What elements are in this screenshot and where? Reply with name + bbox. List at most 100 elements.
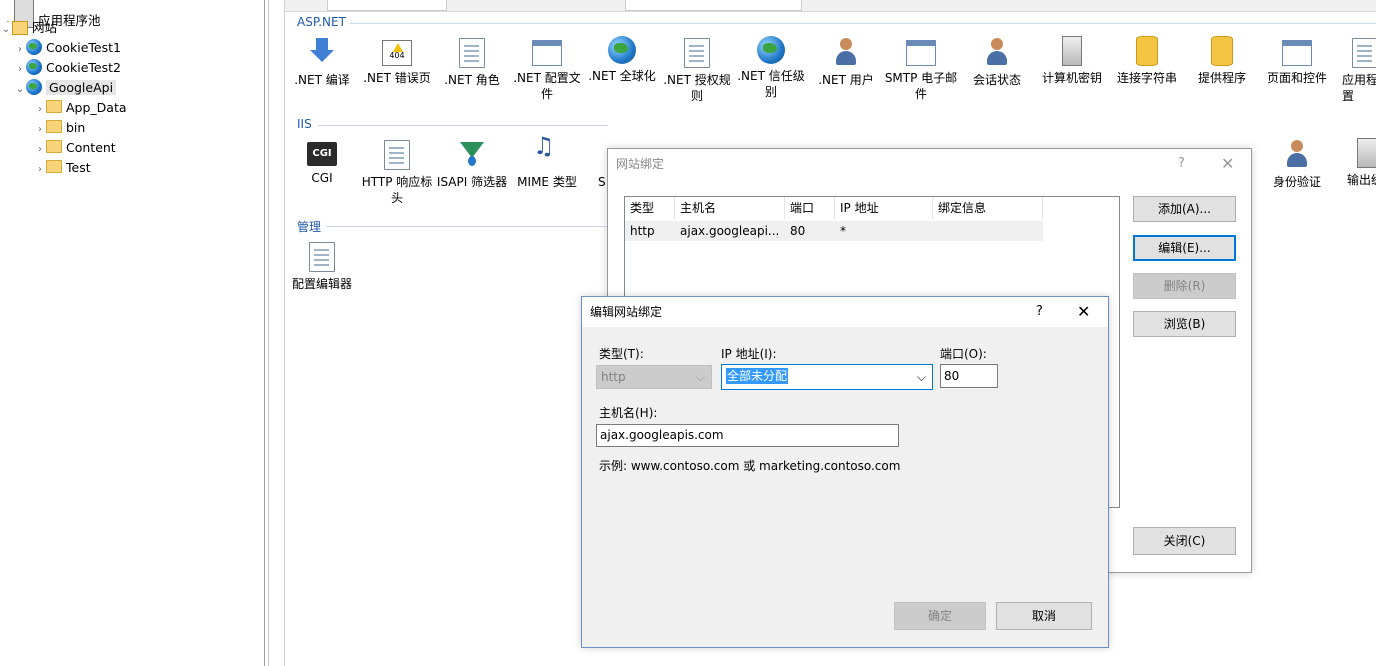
folder-icon: [46, 160, 62, 173]
dialog-title: 网站绑定: [616, 157, 665, 171]
feature-label: 应用程序设置: [1342, 73, 1376, 103]
filter-input[interactable]: [327, 0, 447, 11]
feature-pages-controls[interactable]: 页面和控件: [1259, 36, 1335, 86]
tree-node-sites[interactable]: ⌄ 网站: [0, 18, 57, 38]
pane-border: [284, 0, 285, 666]
group-by-select[interactable]: [625, 0, 802, 11]
type-select[interactable]: http ⌵: [596, 365, 712, 389]
settings-doc-icon: [1352, 38, 1376, 68]
close-icon[interactable]: ✕: [1077, 297, 1090, 327]
feature-connection-strings[interactable]: 连接字符串: [1109, 36, 1185, 86]
tree-node-folder-bin[interactable]: › bin: [34, 118, 85, 138]
tree-node-site-cookietest1[interactable]: › CookieTest1: [14, 38, 121, 58]
feature-http-response-headers[interactable]: HTTP 响应标头: [359, 138, 435, 206]
feature-label: .NET 用户: [818, 73, 874, 87]
tree-label: 网站: [32, 20, 58, 35]
section-title-management: 管理: [297, 220, 322, 234]
feature-output-caching-partial[interactable]: 输出缓: [1340, 138, 1376, 188]
example-hint: 示例: www.contoso.com 或 marketing.contoso.…: [599, 459, 901, 473]
chevron-right-icon[interactable]: ›: [14, 40, 26, 60]
tree-node-folder-content[interactable]: › Content: [34, 138, 116, 158]
feature-label: .NET 配置文件: [513, 71, 581, 101]
feature-net-compilation[interactable]: .NET 编译: [284, 36, 360, 88]
feature-machine-key[interactable]: 计算机密钥: [1034, 36, 1110, 86]
feature-net-users[interactable]: .NET 用户: [808, 36, 884, 88]
edit-site-binding-dialog: 编辑网站绑定 ? ✕ 类型(T): http ⌵ IP 地址(I): 全部未分配…: [581, 296, 1109, 648]
filter-icon: [456, 138, 488, 170]
chevron-down-icon[interactable]: ⌄: [14, 80, 26, 100]
add-button[interactable]: 添加(A)...: [1133, 196, 1236, 222]
table-row[interactable]: http ajax.googleapi... 80 *: [625, 221, 1043, 241]
chevron-right-icon[interactable]: ›: [34, 140, 46, 160]
help-icon[interactable]: ?: [1036, 297, 1043, 327]
chevron-right-icon[interactable]: ›: [34, 160, 46, 180]
ip-address-select[interactable]: 全部未分配 ⌵: [721, 364, 933, 390]
column-header-host[interactable]: 主机名: [675, 197, 785, 219]
feature-app-settings[interactable]: 应用程序设置: [1334, 36, 1376, 104]
feature-label: 会话状态: [972, 73, 1021, 87]
feature-label: 连接字符串: [1116, 71, 1177, 85]
session-icon: [981, 36, 1013, 68]
chevron-right-icon[interactable]: ›: [34, 100, 46, 120]
feature-providers[interactable]: 提供程序: [1184, 36, 1260, 86]
close-icon[interactable]: ✕: [1221, 149, 1234, 179]
tree-label: App_Data: [66, 100, 127, 115]
tree-node-app-pools[interactable]: · 应用程序池: [2, 0, 101, 28]
filter-toolbar: [285, 0, 1376, 12]
port-input[interactable]: 80: [940, 364, 998, 388]
section-divider: [350, 23, 1376, 24]
chevron-down-icon[interactable]: ⌄: [0, 20, 12, 40]
tree-label: Test: [66, 160, 91, 175]
feature-isapi-filters[interactable]: ISAPI 筛选器: [434, 138, 510, 190]
feature-net-roles[interactable]: .NET 角色: [434, 36, 510, 88]
chevron-down-icon: ⌵: [695, 370, 705, 384]
column-header-type[interactable]: 类型: [625, 197, 675, 219]
help-icon[interactable]: ?: [1178, 149, 1185, 179]
feature-mime-types[interactable]: MIME 类型: [509, 138, 585, 190]
remove-button[interactable]: 删除(R): [1133, 273, 1236, 299]
sites-folder-icon: [12, 21, 28, 35]
close-button[interactable]: 关闭(C): [1133, 527, 1236, 555]
folder-icon: [46, 120, 62, 133]
pane-border: [268, 0, 269, 666]
pages-icon: [1282, 40, 1312, 66]
tree-node-folder-test[interactable]: › Test: [34, 158, 91, 178]
ip-address-label: IP 地址(I):: [721, 347, 777, 361]
dialog-title: 编辑网站绑定: [582, 297, 1108, 327]
edit-button[interactable]: 编辑(E)...: [1133, 235, 1236, 261]
tree-node-site-googleapi[interactable]: ⌄ GoogleApi: [14, 78, 117, 100]
tree-label: CookieTest2: [46, 60, 121, 75]
chevron-right-icon[interactable]: ›: [14, 60, 26, 80]
feature-net-authorization[interactable]: .NET 授权规则: [659, 36, 735, 104]
machine-key-icon: [1062, 36, 1082, 66]
feature-cgi[interactable]: CGI CGI: [284, 138, 360, 186]
feature-authentication[interactable]: 身份验证: [1259, 138, 1335, 190]
feature-session-state[interactable]: 会话状态: [959, 36, 1035, 88]
feature-net-trust-levels[interactable]: .NET 信任级别: [733, 36, 809, 100]
host-name-input[interactable]: ajax.googleapis.com: [596, 424, 899, 447]
globe-icon: [26, 59, 42, 75]
feature-label: MIME 类型: [517, 175, 577, 189]
feature-configuration-editor[interactable]: 配置编辑器: [284, 240, 360, 292]
feature-net-globalization[interactable]: .NET 全球化: [584, 36, 660, 84]
ok-button[interactable]: 确定: [894, 602, 986, 630]
tree-node-site-cookietest2[interactable]: › CookieTest2: [14, 58, 121, 78]
section-title-aspnet: ASP.NET: [297, 15, 346, 29]
feature-label: SMTP 电子邮件: [884, 71, 958, 101]
browse-button[interactable]: 浏览(B): [1133, 311, 1236, 337]
type-select-value: http: [601, 370, 626, 384]
cache-server-icon: [1357, 138, 1376, 168]
column-header-binding-info[interactable]: 绑定信息: [933, 197, 1043, 219]
feature-net-profile[interactable]: .NET 配置文件: [509, 36, 585, 102]
column-header-port[interactable]: 端口: [785, 197, 835, 219]
feature-label: 输出缓: [1347, 173, 1376, 187]
chevron-down-icon: ⌵: [916, 370, 926, 384]
feature-smtp-email[interactable]: SMTP 电子邮件: [883, 36, 959, 102]
feature-net-error-pages[interactable]: .NET 错误页: [359, 36, 435, 86]
tree-node-folder-app-data[interactable]: › App_Data: [34, 98, 127, 118]
pane-splitter[interactable]: [264, 0, 265, 666]
cancel-button[interactable]: 取消: [996, 602, 1092, 630]
feature-ssl-partial[interactable]: SS: [584, 138, 606, 190]
chevron-right-icon[interactable]: ›: [34, 120, 46, 140]
column-header-ip[interactable]: IP 地址: [835, 197, 933, 219]
